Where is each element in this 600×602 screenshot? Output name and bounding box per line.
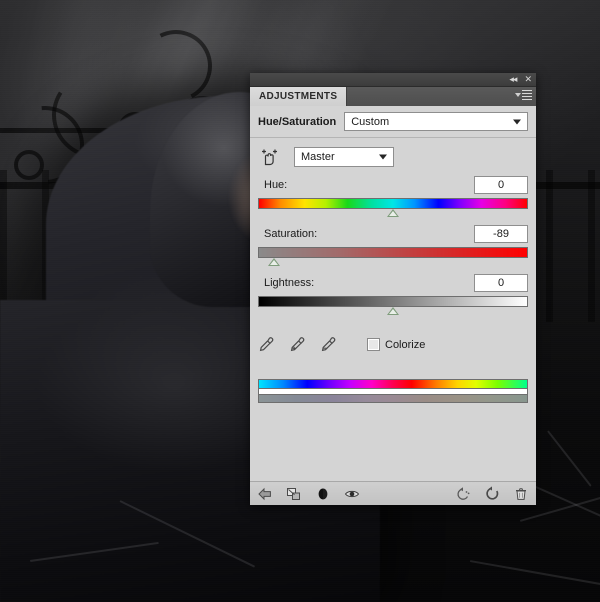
channel-dropdown[interactable]: Master — [294, 147, 394, 167]
slider-saturation-track[interactable] — [258, 247, 528, 266]
slider-lightness-track[interactable] — [258, 296, 528, 315]
panel-titlebar: ◂◂ ✕ — [250, 73, 536, 87]
channel-dropdown-value: Master — [301, 151, 335, 163]
slider-saturation-head: Saturation: -89 — [258, 225, 528, 243]
preset-row: Hue/Saturation Custom — [250, 106, 536, 138]
panel-menu-icon[interactable] — [515, 90, 532, 100]
channel-row: Master — [250, 138, 536, 173]
adjustments-panel: ◂◂ ✕ ADJUSTMENTS Hue/Saturation Custom M… — [250, 73, 536, 505]
preset-dropdown-value: Custom — [351, 115, 390, 128]
panel-tabstrip: ADJUSTMENTS — [250, 87, 536, 106]
preset-dropdown[interactable]: Custom — [344, 112, 528, 131]
panel-menu-lines-icon — [522, 90, 532, 100]
panel-menu-caret-icon — [515, 93, 521, 97]
panel-body: Hue/Saturation Custom Master Hue: 0 Satu… — [250, 106, 536, 481]
chevron-down-icon — [513, 119, 521, 124]
slider-hue-label: Hue: — [264, 179, 288, 191]
slider-saturation-value[interactable]: -89 — [474, 225, 528, 243]
chevron-down-icon — [379, 154, 387, 160]
footer-right-group — [455, 485, 529, 502]
toggle-visibility-icon[interactable] — [344, 486, 360, 502]
panel-spacer — [250, 403, 536, 481]
adjustment-title: Hue/Saturation — [258, 115, 337, 128]
slider-hue-track[interactable] — [258, 198, 528, 217]
tab-adjustments[interactable]: ADJUSTMENTS — [250, 87, 348, 106]
panel-footer — [250, 481, 536, 505]
slider-lightness-head: Lightness: 0 — [258, 274, 528, 292]
tabstrip-filler — [347, 87, 536, 106]
toggle-layer-mask-icon[interactable] — [315, 486, 331, 502]
close-panel-icon[interactable]: ✕ — [524, 75, 531, 84]
delete-adjustment-icon[interactable] — [513, 486, 529, 502]
color-ramp-result — [258, 394, 528, 403]
slider-hue: Hue: 0 — [250, 173, 536, 217]
colorize-checkbox[interactable] — [367, 338, 380, 351]
colorize-label: Colorize — [385, 338, 426, 351]
tools-row: Colorize — [250, 320, 536, 365]
eyedropper-icon[interactable] — [258, 336, 275, 353]
slider-lightness-value[interactable]: 0 — [474, 274, 528, 292]
slider-lightness: Lightness: 0 — [250, 271, 536, 315]
view-previous-state-icon[interactable] — [455, 486, 471, 502]
return-to-adjustment-list-icon[interactable] — [257, 486, 273, 502]
slider-saturation-thumb[interactable] — [267, 258, 280, 266]
slider-hue-value[interactable]: 0 — [474, 176, 528, 194]
slider-lightness-thumb[interactable] — [387, 307, 399, 315]
slider-saturation: Saturation: -89 — [250, 222, 536, 266]
slider-lightness-label: Lightness: — [264, 277, 315, 289]
eyedropper-subtract-icon[interactable] — [320, 336, 337, 353]
eyedropper-add-icon[interactable] — [289, 336, 306, 353]
slider-saturation-label: Saturation: — [264, 228, 318, 240]
clip-to-layer-icon[interactable] — [286, 486, 302, 502]
on-image-adjustment-icon[interactable] — [258, 147, 280, 167]
reset-adjustment-icon[interactable] — [484, 485, 500, 502]
color-ramp-source — [258, 379, 528, 388]
collapse-panel-icon[interactable]: ◂◂ — [509, 75, 517, 84]
slider-hue-thumb[interactable] — [387, 209, 399, 217]
colorize-option[interactable]: Colorize — [367, 338, 425, 351]
color-range-ramps — [250, 365, 536, 403]
slider-hue-head: Hue: 0 — [258, 176, 528, 194]
